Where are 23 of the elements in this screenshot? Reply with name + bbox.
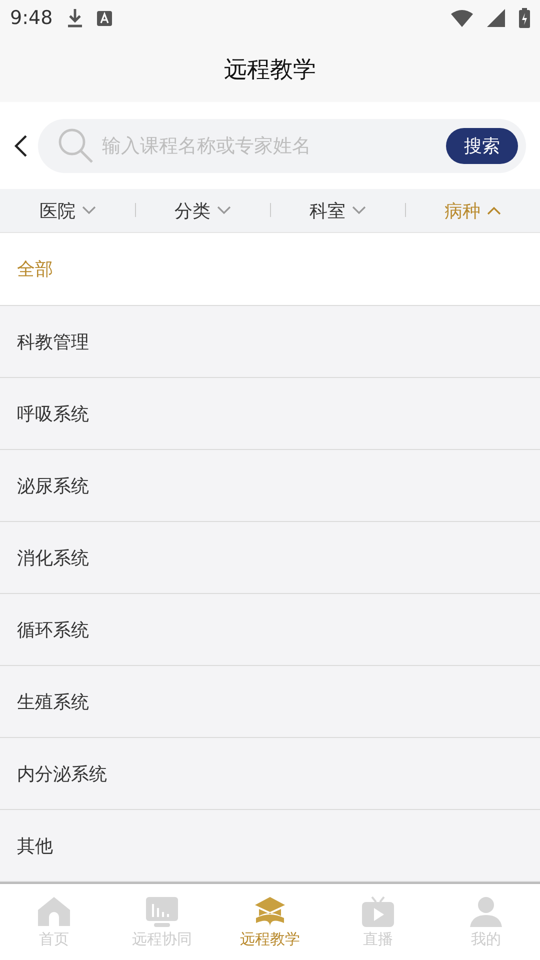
home-icon xyxy=(37,896,71,928)
chevron-up-icon xyxy=(486,206,500,215)
back-icon[interactable] xyxy=(14,134,28,158)
filter-tab[interactable]: 医院 xyxy=(40,198,96,222)
tv-play-icon xyxy=(361,896,395,928)
download-icon xyxy=(66,8,83,28)
filter-tab[interactable]: 分类 xyxy=(174,198,230,222)
monitor-chart-icon xyxy=(145,896,179,928)
filter-tab[interactable]: 科室 xyxy=(310,198,366,222)
graduation-cap-icon xyxy=(253,896,287,928)
search-button[interactable]: 搜索 xyxy=(446,128,518,164)
chevron-down-icon xyxy=(82,206,96,215)
page-title: 远程教学 xyxy=(224,56,316,84)
battery-icon xyxy=(519,8,530,28)
search-icon xyxy=(58,128,94,164)
wifi-icon xyxy=(451,10,473,26)
chevron-down-icon xyxy=(352,206,366,215)
chevron-down-icon xyxy=(216,206,230,215)
search-field[interactable]: 输入课程名称或专家姓名 搜索 xyxy=(38,118,526,172)
notification-icon xyxy=(96,10,112,26)
person-icon xyxy=(469,896,503,928)
signal-icon xyxy=(487,9,505,27)
status-time: 9:48 xyxy=(10,7,53,29)
